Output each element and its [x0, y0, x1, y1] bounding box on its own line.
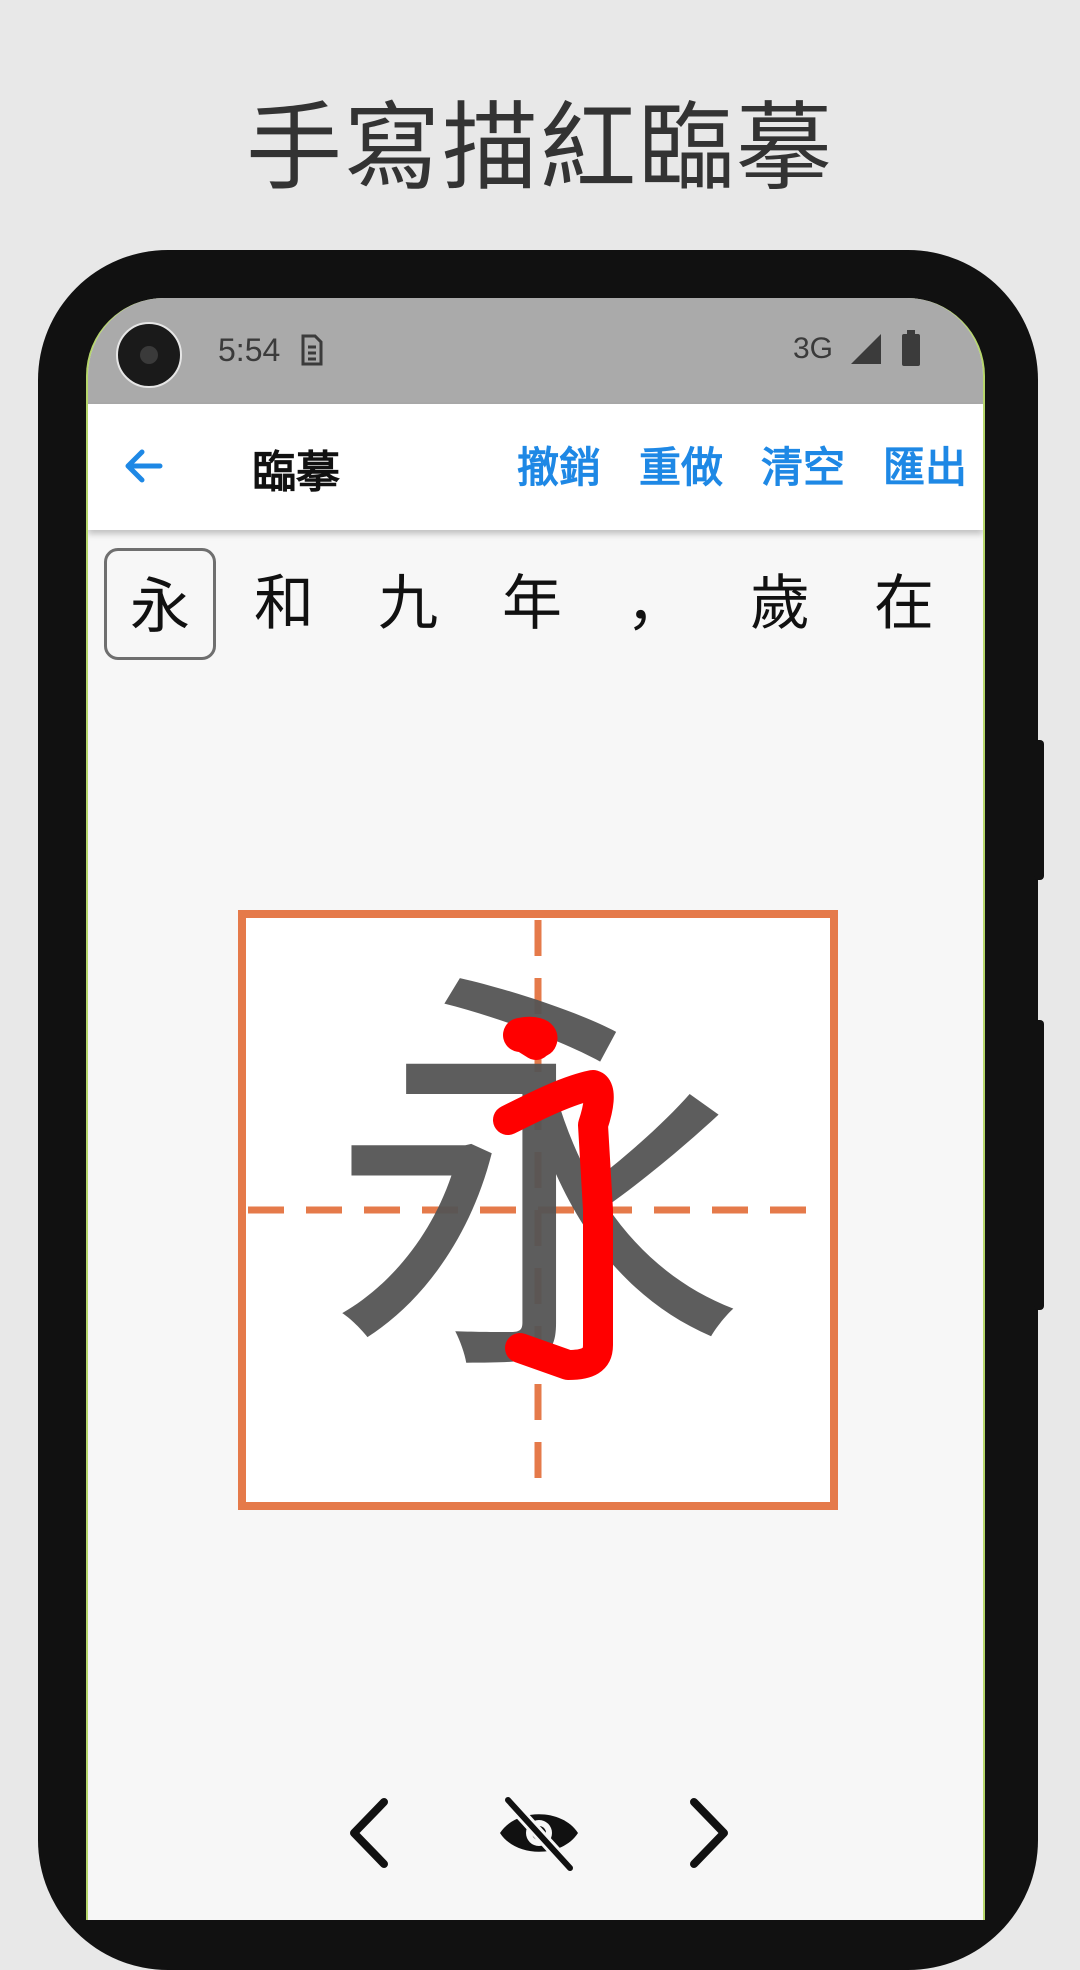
char-item[interactable]: 歲: [724, 548, 836, 660]
bottom-navigation: [88, 1788, 983, 1878]
redo-button[interactable]: 重做: [639, 434, 723, 495]
battery-icon: [902, 330, 920, 366]
sim-icon: [301, 334, 323, 366]
char-item[interactable]: ，: [600, 548, 712, 660]
phone-side-button: [1034, 740, 1044, 880]
headline: 手寫描紅臨摹: [246, 92, 834, 204]
user-stroke: [503, 1016, 557, 1057]
char-item[interactable]: 年: [476, 548, 588, 660]
page-title: 臨摹: [252, 447, 340, 498]
front-camera: [116, 322, 182, 388]
character-strip: 永 和 九 年 ， 歲 在: [88, 548, 983, 664]
export-button[interactable]: 匯出: [883, 434, 967, 495]
toolbar-actions: 撤銷 重做 清空 匯出: [517, 434, 967, 495]
status-time: 5:54: [218, 332, 281, 368]
eye-off-icon[interactable]: [494, 1788, 584, 1878]
phone-volume-button: [1034, 1020, 1044, 1310]
clear-button[interactable]: 清空: [761, 434, 845, 495]
arrow-back-icon[interactable]: [120, 442, 168, 490]
char-item[interactable]: 和: [228, 548, 340, 660]
undo-button[interactable]: 撤銷: [517, 434, 601, 495]
signal-icon: [851, 334, 881, 364]
chevron-left-icon[interactable]: [328, 1788, 418, 1878]
app-toolbar: 臨摹 撤銷 重做 清空 匯出: [88, 404, 983, 530]
status-bar: 5:54 3G: [88, 298, 983, 404]
char-item[interactable]: 永: [104, 548, 216, 660]
phone-screen: 5:54 3G 臨摹 撤銷 重做 清空 匯出 永 和 九 年 ， 歲 在 永: [86, 298, 985, 1920]
char-item[interactable]: 九: [352, 548, 464, 660]
char-item[interactable]: 在: [848, 548, 960, 660]
chevron-right-icon[interactable]: [660, 1788, 750, 1878]
practice-grid[interactable]: 永: [238, 910, 838, 1510]
network-type: 3G: [792, 332, 833, 365]
